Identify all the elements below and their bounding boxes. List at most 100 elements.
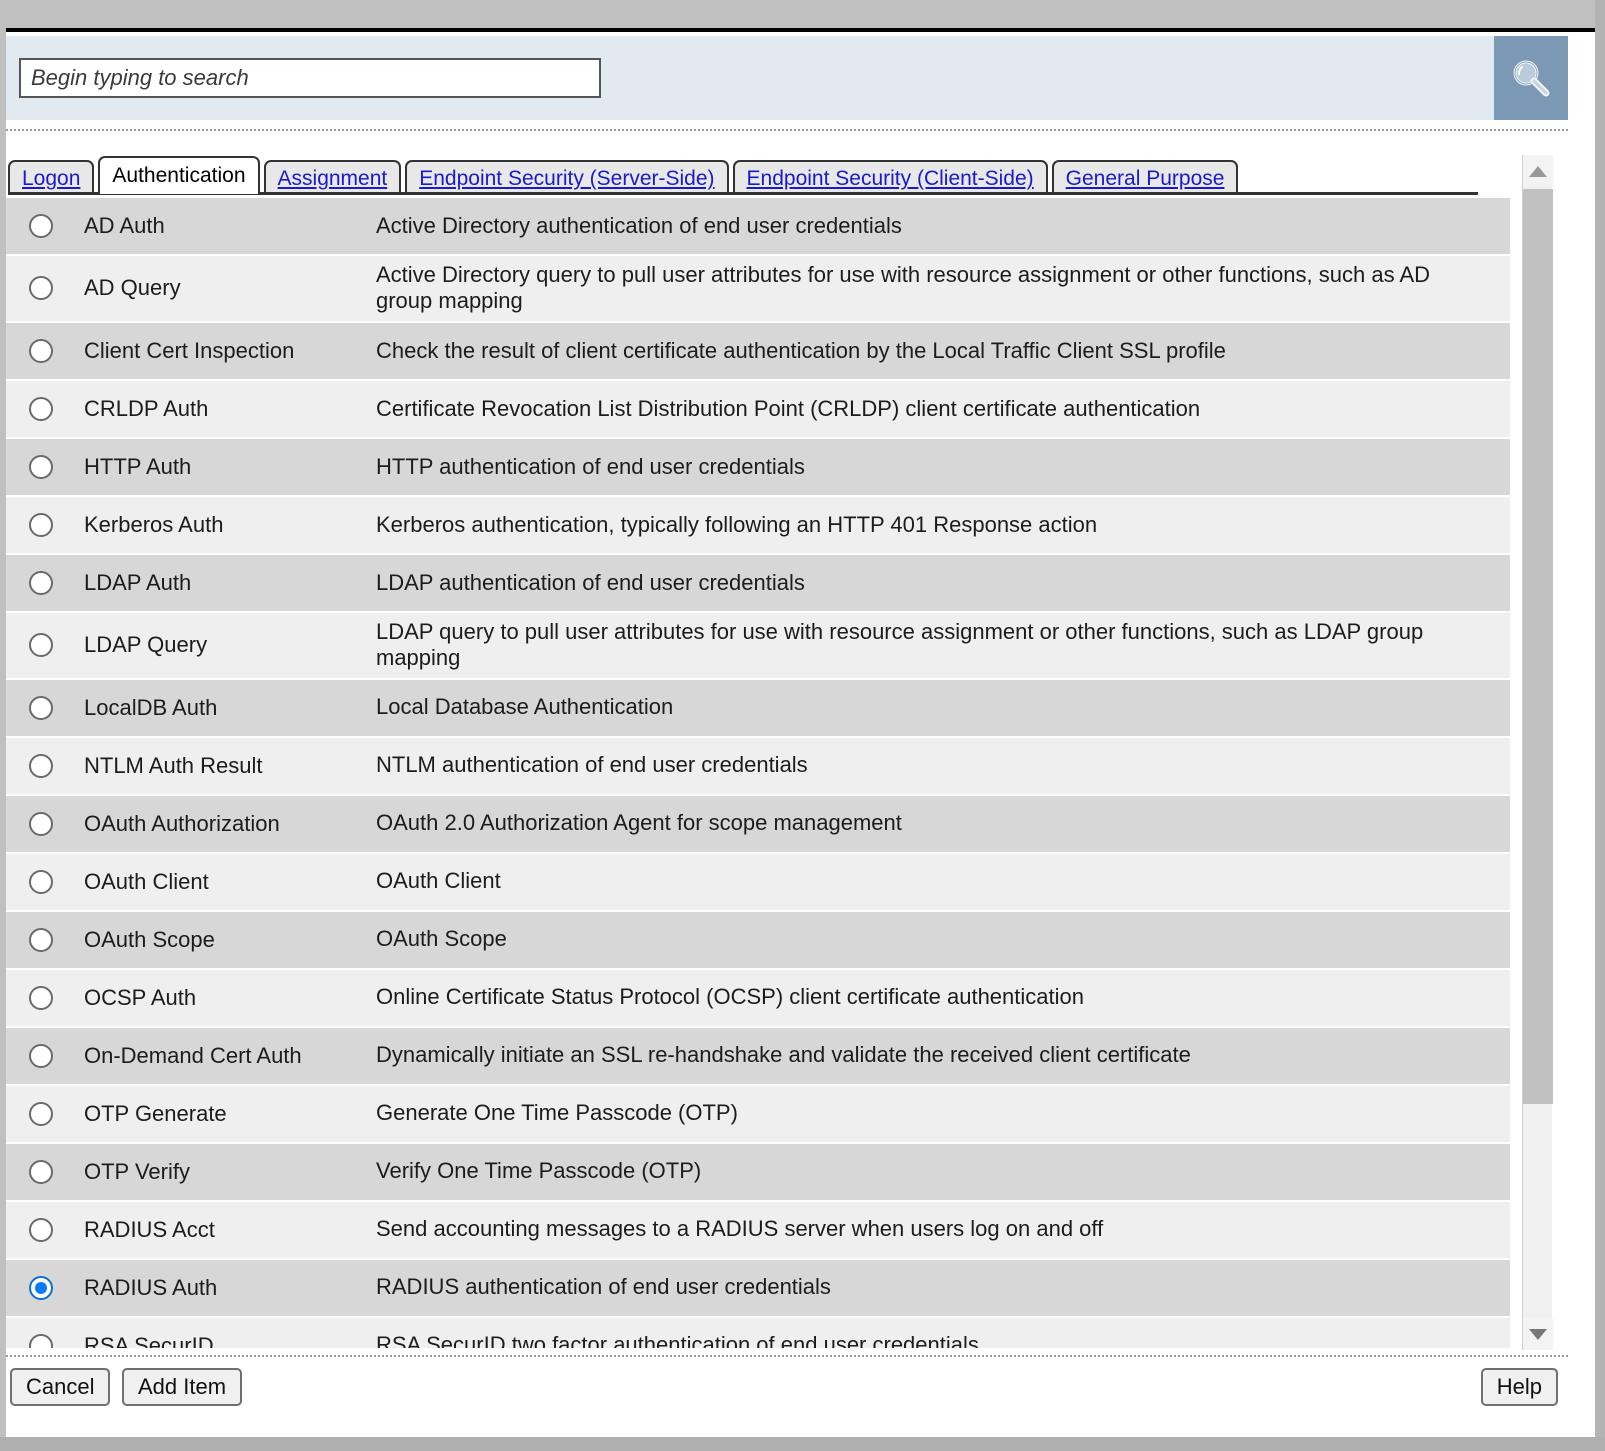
item-description: Active Directory authentication of end u… <box>376 212 902 238</box>
item-description: Send accounting messages to a RADIUS ser… <box>376 1216 1104 1242</box>
item-radio-button[interactable] <box>29 927 53 952</box>
list-scrollbar[interactable] <box>1522 155 1553 1350</box>
help-button[interactable]: Help <box>1480 1368 1558 1406</box>
scroll-down-button[interactable] <box>1523 1318 1553 1350</box>
list-item[interactable]: OAuth Client OAuth Client <box>6 853 1510 912</box>
item-description: Kerberos authentication, typically follo… <box>376 511 1098 537</box>
item-radio-button[interactable] <box>29 512 53 537</box>
search-icon <box>1513 60 1550 97</box>
tab-endpoint-security-server-side[interactable]: Endpoint Security (Server-Side) <box>405 160 729 194</box>
item-description: Local Database Authentication <box>376 694 674 720</box>
radio-cell <box>6 633 76 658</box>
tab-assignment[interactable]: Assignment <box>263 160 402 194</box>
radio-cell <box>6 811 76 836</box>
item-name: CRLDP Auth <box>84 395 209 421</box>
item-radio-button[interactable] <box>29 570 53 595</box>
item-radio-button[interactable] <box>29 695 53 720</box>
item-description: Dynamically initiate an SSL re-handshake… <box>376 1042 1191 1068</box>
add-item-button[interactable]: Add Item <box>122 1368 243 1406</box>
radio-cell <box>6 338 76 363</box>
radio-cell <box>6 753 76 778</box>
tab-authentication[interactable]: Authentication <box>98 156 260 194</box>
triangle-up-icon <box>1529 165 1547 177</box>
list-item[interactable]: RSA SecurID RSA SecurID two factor authen… <box>6 1317 1510 1348</box>
search-input[interactable] <box>19 58 601 98</box>
list-item[interactable]: OAuth Scope OAuth Scope <box>6 911 1510 970</box>
tab-endpoint-security-client-side[interactable]: Endpoint Security (Client-Side) <box>732 160 1048 194</box>
list-item[interactable]: OAuth Authorization OAuth 2.0 Authorizati… <box>6 795 1510 854</box>
radio-cell <box>6 396 76 421</box>
item-name: NTLM Auth Result <box>84 752 263 778</box>
cancel-button[interactable]: Cancel <box>10 1368 111 1406</box>
radio-cell <box>6 695 76 720</box>
scroll-up-button[interactable] <box>1523 155 1553 187</box>
dialog-footer: Cancel Add Item Help <box>6 1360 1574 1420</box>
item-radio-button[interactable] <box>29 338 53 363</box>
item-name: Client Cert Inspection <box>84 337 295 363</box>
item-radio-button[interactable] <box>29 1275 53 1300</box>
radio-cell <box>6 570 76 595</box>
item-description: NTLM authentication of end user credenti… <box>376 752 808 778</box>
item-description: LDAP query to pull user attributes for u… <box>376 618 1424 671</box>
item-description: OAuth Client <box>376 868 501 894</box>
separator-top <box>6 129 1568 131</box>
list-item[interactable]: AD Auth Active Directory authentication o… <box>6 198 1510 256</box>
item-radio-button[interactable] <box>29 1217 53 1242</box>
list-item[interactable]: OCSP Auth Online Certificate Status Proto… <box>6 969 1510 1028</box>
item-radio-button[interactable] <box>29 1333 53 1348</box>
item-name: RADIUS Acct <box>84 1216 215 1242</box>
item-name: AD Query <box>84 275 181 301</box>
item-name: OAuth Client <box>84 868 209 894</box>
item-radio-button[interactable] <box>29 811 53 836</box>
list-item[interactable]: HTTP Auth HTTP authentication of end user… <box>6 438 1510 497</box>
list-item[interactable]: OTP Verify Verify One Time Passcode (OTP) <box>6 1143 1510 1202</box>
item-radio-button[interactable] <box>29 276 53 301</box>
list-item[interactable]: LDAP Auth LDAP authentication of end user… <box>6 554 1510 613</box>
item-radio-button[interactable] <box>29 985 53 1010</box>
item-list[interactable]: AD Auth Active Directory authentication o… <box>6 197 1510 1348</box>
list-item[interactable]: CRLDP Auth Certificate Revocation List Di… <box>6 380 1510 439</box>
list-item[interactable]: AD Query Active Directory query to pull u… <box>6 256 1510 323</box>
window-frame-right <box>1595 0 1605 1451</box>
item-radio-button[interactable] <box>29 1101 53 1126</box>
tab-general-purpose[interactable]: General Purpose <box>1051 160 1239 194</box>
list-item[interactable]: Kerberos Auth Kerberos authentication, ty… <box>6 496 1510 555</box>
item-description: Verify One Time Passcode (OTP) <box>376 1158 702 1184</box>
item-name: RADIUS Auth <box>84 1274 218 1300</box>
radio-cell <box>6 1159 76 1184</box>
item-name: Kerberos Auth <box>84 511 224 537</box>
radio-cell <box>6 1043 76 1068</box>
item-radio-button[interactable] <box>29 454 53 479</box>
item-radio-button[interactable] <box>29 214 53 238</box>
radio-cell <box>6 512 76 537</box>
scrollbar-thumb[interactable] <box>1523 189 1553 1104</box>
item-name: RSA SecurID <box>84 1332 214 1348</box>
item-description: HTTP authentication of end user credenti… <box>376 453 805 479</box>
list-item[interactable]: LocalDB Auth Local Database Authenticatio… <box>6 679 1510 738</box>
item-description: RADIUS authentication of end user creden… <box>376 1274 831 1300</box>
radio-cell <box>6 276 76 301</box>
list-item[interactable]: Client Cert Inspection Check the result o… <box>6 322 1510 381</box>
list-item[interactable]: On-Demand Cert Auth Dynamically initiate … <box>6 1027 1510 1086</box>
item-description: Active Directory query to pull user attr… <box>376 262 1431 314</box>
window-frame-top <box>0 0 1605 28</box>
window-frame-bottom <box>0 1437 1605 1451</box>
item-name: OAuth Scope <box>84 926 215 952</box>
item-radio-button[interactable] <box>29 1159 53 1184</box>
tab-logon[interactable]: Logon <box>8 160 95 194</box>
search-bar <box>6 36 1568 120</box>
item-radio-button[interactable] <box>29 1043 53 1068</box>
list-item[interactable]: RADIUS Acct Send accounting messages to a… <box>6 1201 1510 1260</box>
list-item[interactable]: LDAP Query LDAP query to pull user attrib… <box>6 612 1510 680</box>
item-radio-button[interactable] <box>29 396 53 421</box>
list-item[interactable]: NTLM Auth Result NTLM authentication of e… <box>6 737 1510 796</box>
search-button[interactable] <box>1494 36 1568 120</box>
list-item[interactable]: OTP Generate Generate One Time Passcode (… <box>6 1085 1510 1144</box>
item-radio-button[interactable] <box>29 753 53 778</box>
list-item[interactable]: RADIUS Auth RADIUS authentication of end … <box>6 1259 1510 1318</box>
item-name: On-Demand Cert Auth <box>84 1042 302 1068</box>
item-name: OCSP Auth <box>84 984 197 1010</box>
item-radio-button[interactable] <box>29 869 53 894</box>
item-radio-button[interactable] <box>29 633 53 658</box>
radio-cell <box>6 214 76 238</box>
